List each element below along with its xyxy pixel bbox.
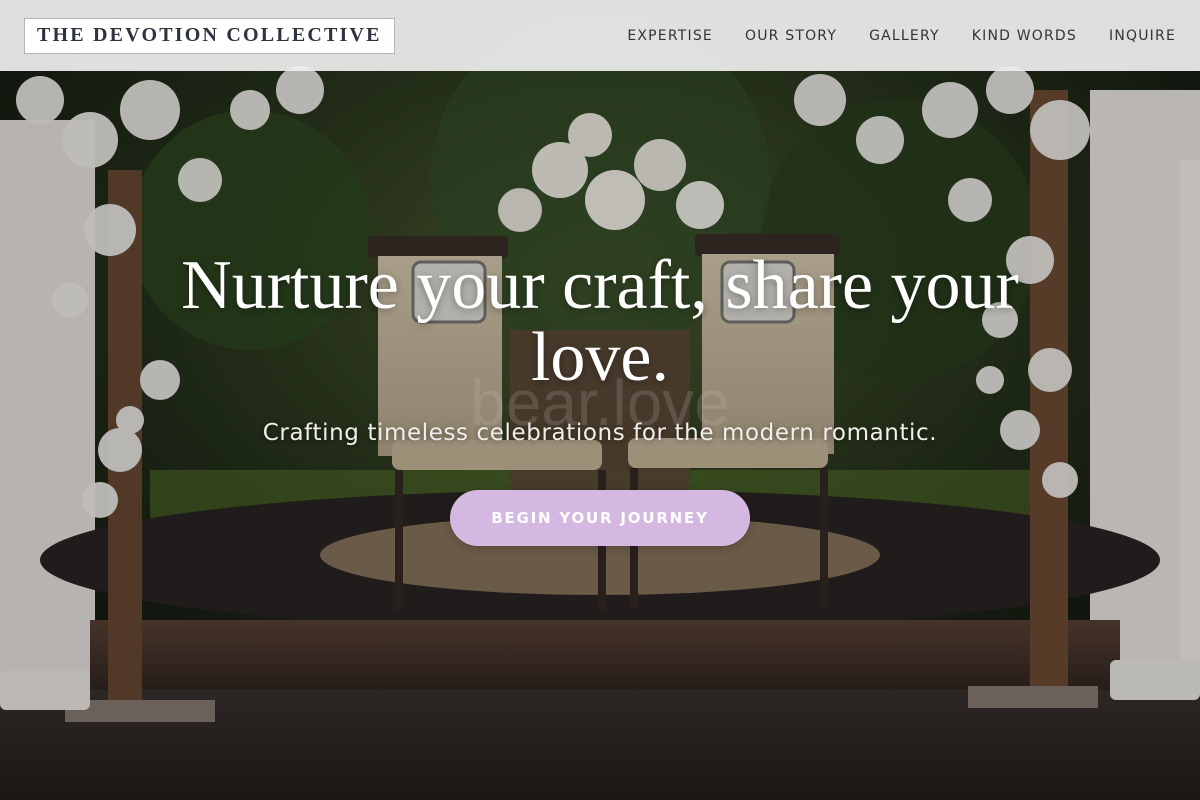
nav-link-gallery[interactable]: GALLERY <box>869 28 940 44</box>
hero-subtitle: Crafting timeless celebrations for the m… <box>262 420 938 446</box>
site-logo[interactable]: THE DEVOTION COLLECTIVE <box>24 17 395 54</box>
nav-link-kind-words[interactable]: KIND WORDS <box>972 28 1077 44</box>
nav-link-our-story[interactable]: OUR STORY <box>745 28 837 44</box>
begin-journey-button[interactable]: BEGIN YOUR JOURNEY <box>450 490 750 546</box>
site-header: THE DEVOTION COLLECTIVE EXPERTISE OUR ST… <box>0 0 1200 71</box>
hero-title: Nurture your craft, share your love. <box>181 247 1019 396</box>
nav-link-inquire[interactable]: INQUIRE <box>1109 28 1176 44</box>
main-nav: EXPERTISE OUR STORY GALLERY KIND WORDS I… <box>627 28 1176 44</box>
hero-content: Nurture your craft, share your love. Cra… <box>0 250 1200 546</box>
nav-link-expertise[interactable]: EXPERTISE <box>627 28 713 44</box>
